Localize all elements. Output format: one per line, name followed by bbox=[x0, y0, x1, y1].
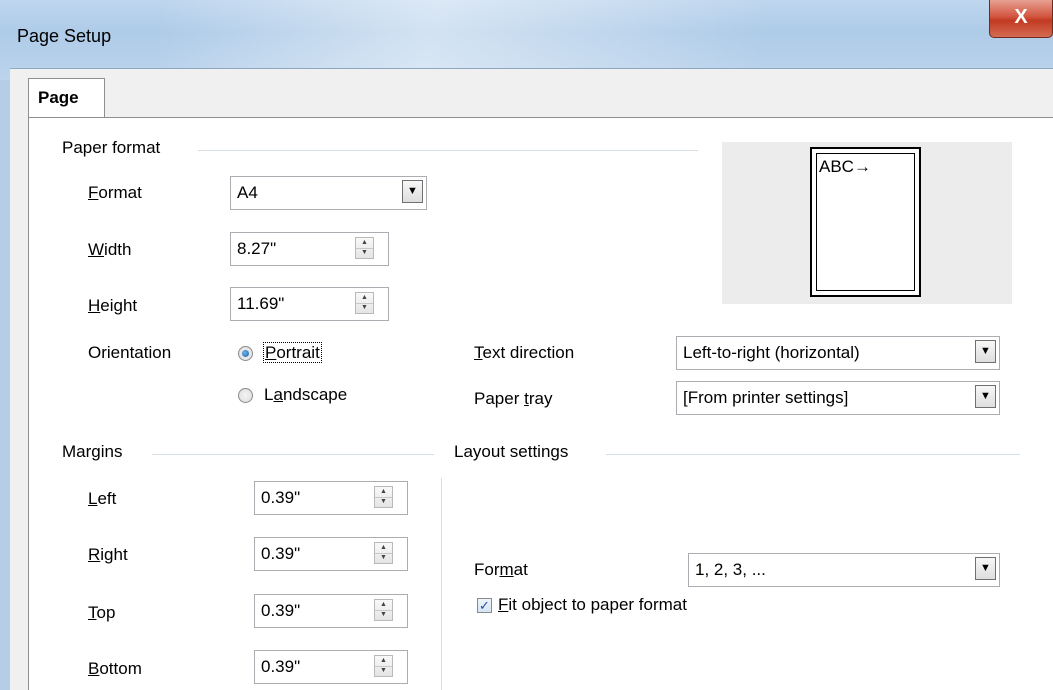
window-left-edge bbox=[0, 0, 10, 690]
close-icon: X bbox=[1014, 6, 1028, 28]
margins-separator bbox=[152, 454, 434, 455]
height-spinbox[interactable]: 11.69" ▲ ▼ bbox=[230, 287, 389, 321]
tab-page-label: Page bbox=[38, 88, 79, 107]
portrait-label[interactable]: Portrait bbox=[263, 342, 322, 363]
margin-right-spinbox[interactable]: 0.39" ▲ ▼ bbox=[254, 537, 408, 571]
margin-bottom-spinbox[interactable]: 0.39" ▲ ▼ bbox=[254, 650, 408, 684]
format-combobox[interactable]: A4 ▼ bbox=[230, 176, 427, 210]
orientation-label: Orientation bbox=[88, 343, 172, 362]
landscape-label[interactable]: Landscape bbox=[264, 385, 347, 405]
checkmark-icon: ✓ bbox=[479, 598, 490, 613]
chevron-down-icon[interactable]: ▼ bbox=[402, 180, 423, 203]
spin-down-icon[interactable]: ▼ bbox=[356, 303, 373, 313]
margin-right-value: 0.39" bbox=[261, 544, 301, 563]
paper-tray-label: Paper tray bbox=[474, 389, 553, 408]
layout-settings-group-title: Layout settings bbox=[454, 442, 575, 462]
layout-settings-separator bbox=[606, 454, 1020, 455]
fit-object-checkbox[interactable]: ✓ bbox=[477, 598, 492, 613]
margin-right-label: Right bbox=[88, 545, 128, 564]
margin-left-value: 0.39" bbox=[261, 488, 301, 507]
landscape-radio[interactable] bbox=[238, 388, 253, 403]
preview-text: ABC→ bbox=[819, 157, 871, 176]
text-direction-combobox[interactable]: Left-to-right (horizontal) ▼ bbox=[676, 336, 1000, 370]
portrait-radio[interactable] bbox=[238, 346, 253, 361]
width-spin-buttons[interactable]: ▲ ▼ bbox=[355, 237, 374, 259]
margin-top-label: Top bbox=[88, 603, 116, 622]
margin-bottom-spin-buttons[interactable]: ▲ ▼ bbox=[374, 655, 393, 677]
margin-left-spinbox[interactable]: 0.39" ▲ ▼ bbox=[254, 481, 408, 515]
margins-layout-divider bbox=[441, 478, 442, 690]
paper-tray-value: [From printer settings] bbox=[683, 388, 849, 407]
spin-down-icon[interactable]: ▼ bbox=[375, 553, 392, 563]
fit-object-label[interactable]: Fit object to paper format bbox=[498, 595, 687, 615]
margin-left-spin-buttons[interactable]: ▲ ▼ bbox=[374, 486, 393, 508]
paper-format-group-title: Paper format bbox=[62, 138, 167, 158]
margin-top-spin-buttons[interactable]: ▲ ▼ bbox=[374, 599, 393, 621]
width-spinbox[interactable]: 8.27" ▲ ▼ bbox=[230, 232, 389, 266]
text-direction-label: Text direction bbox=[474, 343, 575, 362]
height-spin-buttons[interactable]: ▲ ▼ bbox=[355, 292, 374, 314]
width-value: 8.27" bbox=[237, 239, 277, 258]
spin-down-icon[interactable]: ▼ bbox=[356, 248, 373, 258]
margin-top-value: 0.39" bbox=[261, 601, 301, 620]
chevron-down-icon[interactable]: ▼ bbox=[975, 557, 996, 580]
margin-right-spin-buttons[interactable]: ▲ ▼ bbox=[374, 542, 393, 564]
layout-format-value: 1, 2, 3, ... bbox=[695, 560, 766, 579]
layout-format-label: Format bbox=[474, 560, 528, 579]
layout-format-combobox[interactable]: 1, 2, 3, ... ▼ bbox=[688, 553, 1000, 587]
spin-down-icon[interactable]: ▼ bbox=[375, 610, 392, 620]
height-value: 11.69" bbox=[237, 294, 285, 313]
window-title: Page Setup bbox=[17, 26, 112, 46]
chevron-down-icon[interactable]: ▼ bbox=[975, 340, 996, 363]
format-value: A4 bbox=[237, 183, 258, 202]
paper-tray-combobox[interactable]: [From printer settings] ▼ bbox=[676, 381, 1000, 415]
chevron-down-icon[interactable]: ▼ bbox=[975, 385, 996, 408]
tab-page[interactable]: Page bbox=[28, 78, 105, 118]
paper-format-separator bbox=[198, 150, 698, 151]
close-button[interactable]: X bbox=[989, 0, 1053, 38]
margin-left-label: Left bbox=[88, 489, 117, 508]
margin-top-spinbox[interactable]: 0.39" ▲ ▼ bbox=[254, 594, 408, 628]
spin-down-icon[interactable]: ▼ bbox=[375, 666, 392, 676]
height-label: Height bbox=[88, 296, 138, 315]
width-label: Width bbox=[88, 240, 132, 259]
format-label: Format bbox=[88, 183, 142, 202]
margins-group-title: Margins bbox=[62, 442, 129, 462]
margin-bottom-value: 0.39" bbox=[261, 657, 301, 676]
spin-down-icon[interactable]: ▼ bbox=[375, 497, 392, 507]
margin-bottom-label: Bottom bbox=[88, 659, 142, 678]
text-direction-value: Left-to-right (horizontal) bbox=[683, 343, 860, 362]
